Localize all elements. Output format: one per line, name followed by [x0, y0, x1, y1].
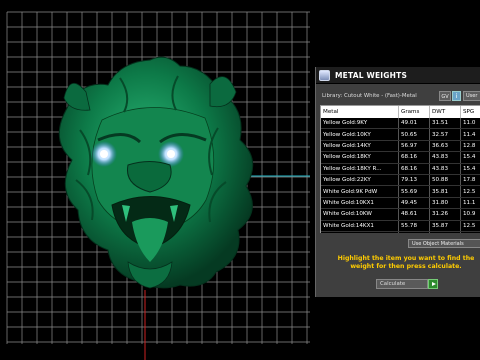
- table-cell-grams: 79.13: [398, 174, 430, 187]
- table-cell-metal: White Gold:9K PdW: [321, 185, 399, 198]
- table-cell-dwt: 32.57: [429, 128, 461, 141]
- table-cell-grams: 55.69: [398, 185, 430, 198]
- table-cell-spg: 15.4: [460, 163, 480, 175]
- table-cell-spg: 10.9: [460, 208, 480, 221]
- table-row[interactable]: Yellow Gold:14KY 56.97 36.63 12.8: [321, 140, 480, 153]
- table-cell-metal: Yellow Gold:10KY: [321, 128, 399, 141]
- scale-icon: [319, 69, 330, 81]
- table-row[interactable]: Yellow Gold:9KY 49.01 31.51 11.0: [321, 118, 480, 130]
- table-row[interactable]: White Gold:10KW 48.61 31.26 10.9: [321, 208, 480, 221]
- info-button[interactable]: i: [452, 91, 461, 101]
- table-cell-grams: 50.65: [398, 128, 430, 141]
- table-cell-dwt: 43.83: [429, 151, 461, 164]
- table-cell-spg: 12.8: [460, 140, 480, 153]
- table-cell-dwt: 31.80: [429, 197, 461, 210]
- table-cell-grams: 55.78: [398, 220, 430, 232]
- table-cell-dwt: 31.26: [429, 208, 461, 221]
- instruction-text: Highlight the item you want to find the …: [337, 255, 475, 270]
- table-cell-grams: 48.61: [398, 208, 430, 221]
- table-header-row: Metal Grams DWT SPG: [321, 106, 480, 118]
- library-label: Library: Cutout White - (Fast)-Metal: [322, 93, 417, 99]
- user-dropdown[interactable]: User: [463, 91, 480, 101]
- table-cell-metal: White Gold:14KX1: [321, 220, 399, 232]
- column-header-spg[interactable]: SPG: [460, 106, 480, 118]
- table-cell-grams: 49.01: [398, 118, 430, 130]
- table-cell-metal: White Gold:10KW: [321, 208, 399, 221]
- table-cell-spg: 15.4: [460, 151, 480, 164]
- table-row[interactable]: Yellow Gold:18KY 68.16 43.83 15.4: [321, 151, 480, 164]
- table-cell-metal: White Gold:10KX1: [321, 197, 399, 210]
- table-row[interactable]: White Gold:14KX1 55.78 35.87 12.5: [321, 220, 480, 232]
- table-row[interactable]: White Gold:10KX1 49.45 31.80 11.1: [321, 197, 480, 210]
- table-row[interactable]: Yellow Gold:22KY 79.13 50.88 17.8: [321, 174, 480, 187]
- table-cell-spg: 11.1: [460, 197, 480, 210]
- panel-title: METAL WEIGHTS: [335, 70, 408, 80]
- table-row[interactable]: Yellow Gold:18KY R... 68.16 43.83 15.4: [321, 163, 480, 175]
- table-row[interactable]: White Gold:9K PdW 55.69 35.81 12.5: [321, 185, 480, 198]
- calculate-go-button[interactable]: [428, 279, 438, 289]
- table-cell-metal: Yellow Gold:22KY: [321, 174, 399, 187]
- table-cell-dwt: 35.87: [429, 220, 461, 232]
- table-cell-grams: 68.16: [398, 151, 430, 164]
- table-cell-grams: 68.16: [398, 163, 430, 175]
- table-cell-grams: 49.45: [398, 197, 430, 210]
- library-row: Library: Cutout White - (Fast)-Metal GV …: [316, 91, 480, 105]
- table-cell-metal: Yellow Gold:9KY: [321, 118, 399, 130]
- table-cell-metal: Yellow Gold:14KY: [321, 140, 399, 153]
- table-cell-dwt: 50.88: [429, 174, 461, 187]
- table-cell-metal: Yellow Gold:18KY: [321, 151, 399, 164]
- column-header-dwt[interactable]: DWT: [429, 106, 461, 118]
- column-header-grams[interactable]: Grams: [398, 106, 430, 118]
- table-cell-spg: 11.0: [460, 118, 480, 130]
- table-cell-spg: 12.5: [460, 220, 480, 232]
- table-cell-dwt: 35.81: [429, 185, 461, 198]
- table-cell-grams: 56.97: [398, 140, 430, 153]
- gv-button[interactable]: GV: [439, 91, 451, 101]
- panel-footer: Use Object Materials Highlight the item …: [316, 233, 480, 297]
- column-header-metal[interactable]: Metal: [321, 106, 399, 118]
- table-cell-spg: 11.4: [460, 128, 480, 141]
- table-cell-spg: 12.5: [460, 185, 480, 198]
- panel-header: METAL WEIGHTS: [316, 67, 480, 84]
- table-cell-spg: 17.8: [460, 174, 480, 187]
- table-cell-dwt: 31.51: [429, 118, 461, 130]
- table-cell-dwt: 43.83: [429, 163, 461, 175]
- table-row[interactable]: Yellow Gold:10KY 50.65 32.57 11.4: [321, 128, 480, 141]
- table-cell-dwt: 36.63: [429, 140, 461, 153]
- metal-weights-panel: METAL WEIGHTS Library: Cutout White - (F…: [315, 67, 480, 297]
- calculate-dropdown[interactable]: Calculate: [376, 279, 428, 289]
- use-object-materials-dropdown[interactable]: Use Object Materials: [408, 239, 480, 248]
- table-cell-metal: Yellow Gold:18KY R...: [321, 163, 399, 175]
- lion-head-model[interactable]: [58, 56, 254, 289]
